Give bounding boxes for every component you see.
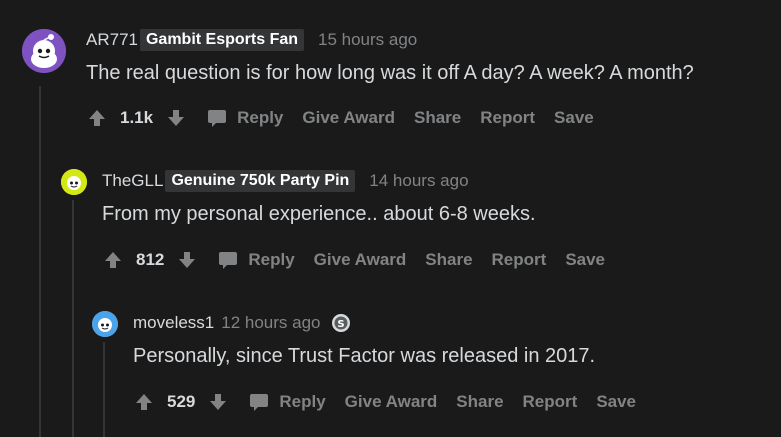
- snoo-avatar-icon: [22, 29, 66, 73]
- timestamp[interactable]: 12 hours ago: [221, 313, 320, 333]
- reply-label: Reply: [248, 250, 295, 269]
- share-button[interactable]: Share: [456, 392, 503, 412]
- avatar[interactable]: [92, 311, 118, 337]
- vote-score: 812: [136, 250, 165, 269]
- report-button[interactable]: Report: [492, 250, 547, 270]
- give-award-button[interactable]: Give Award: [345, 392, 438, 412]
- reply-button[interactable]: Reply: [218, 250, 295, 270]
- arrow-up-icon[interactable]: [86, 107, 108, 129]
- username[interactable]: TheGLL: [102, 171, 163, 191]
- reply-button[interactable]: Reply: [207, 108, 283, 128]
- comment-meta: TheGLL Genuine 750k Party Pin 14 hours a…: [102, 169, 469, 193]
- username[interactable]: moveless1: [133, 313, 214, 333]
- comment-meta: moveless1 12 hours ago S: [133, 311, 351, 335]
- arrow-up-icon[interactable]: [133, 391, 155, 413]
- reply-label: Reply: [237, 108, 284, 127]
- comment-thread: AR771 Gambit Esports Fan 15 hours ago Th…: [0, 0, 781, 437]
- give-award-button[interactable]: Give Award: [302, 108, 395, 128]
- thread-line[interactable]: [39, 86, 41, 437]
- save-button[interactable]: Save: [565, 250, 605, 270]
- comment-meta: AR771 Gambit Esports Fan 15 hours ago: [86, 28, 417, 52]
- comment-body: The real question is for how long was it…: [86, 62, 694, 84]
- thread-line[interactable]: [103, 342, 105, 437]
- user-flair: Gambit Esports Fan: [139, 29, 305, 51]
- arrow-up-icon[interactable]: [102, 249, 124, 271]
- snoo-avatar-icon: [61, 169, 87, 195]
- comment-actions: 1.1k Reply Give Award Share Report Save: [86, 106, 613, 130]
- share-button[interactable]: Share: [425, 250, 472, 270]
- arrow-down-icon[interactable]: [176, 249, 198, 271]
- comment-body: From my personal experience.. about 6-8 …: [102, 203, 536, 225]
- username[interactable]: AR771: [86, 30, 138, 50]
- silver-award-icon[interactable]: S: [331, 313, 351, 333]
- save-button[interactable]: Save: [554, 108, 594, 128]
- comment-actions: 812 Reply Give Award Share Report Save: [102, 248, 624, 272]
- avatar[interactable]: [22, 29, 66, 73]
- reply-label: Reply: [279, 392, 326, 411]
- vote-score: 529: [167, 392, 196, 411]
- speech-bubble-icon: [219, 252, 238, 269]
- vote-score: 1.1k: [120, 108, 154, 127]
- snoo-avatar-icon: [92, 311, 118, 337]
- report-button[interactable]: Report: [480, 108, 535, 128]
- user-flair: Genuine 750k Party Pin: [165, 170, 356, 192]
- save-button[interactable]: Save: [596, 392, 636, 412]
- reply-button[interactable]: Reply: [249, 392, 326, 412]
- svg-text:S: S: [337, 319, 344, 330]
- report-button[interactable]: Report: [523, 392, 578, 412]
- comment-actions: 529 Reply Give Award Share Report Save: [133, 390, 655, 414]
- speech-bubble-icon: [250, 394, 269, 411]
- speech-bubble-icon: [208, 110, 227, 127]
- comment-body: Personally, since Trust Factor was relea…: [133, 345, 596, 367]
- give-award-button[interactable]: Give Award: [314, 250, 407, 270]
- timestamp[interactable]: 14 hours ago: [369, 171, 468, 191]
- arrow-down-icon[interactable]: [165, 107, 187, 129]
- thread-line[interactable]: [72, 200, 74, 437]
- share-button[interactable]: Share: [414, 108, 461, 128]
- timestamp[interactable]: 15 hours ago: [318, 30, 417, 50]
- avatar[interactable]: [61, 169, 87, 195]
- arrow-down-icon[interactable]: [207, 391, 229, 413]
